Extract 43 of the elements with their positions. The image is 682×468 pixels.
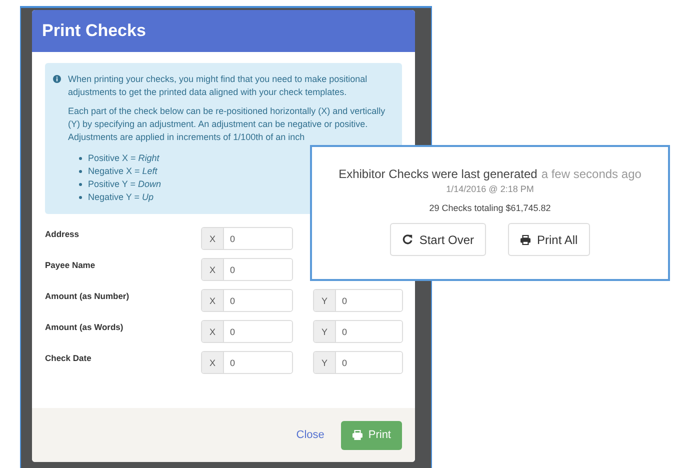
adjustment-field[interactable]: X 0 [201, 258, 293, 281]
adjustment-field[interactable]: X 0 [201, 320, 293, 343]
checks-total: 29 Checks totaling $61,745.82 [429, 203, 551, 213]
axis-addon: Y [314, 290, 336, 311]
bullet-text: Positive Y = Down [88, 178, 161, 191]
printer-icon [520, 234, 531, 244]
bullet-icon [79, 157, 82, 160]
adjustment-field[interactable]: X 0 [201, 351, 293, 374]
bullet-icon [79, 196, 82, 199]
adjustment-field[interactable]: X 0 [201, 289, 293, 312]
field-label: Address [45, 228, 80, 239]
printer-icon [352, 430, 364, 440]
adjustment-field[interactable]: Y 0 [313, 351, 403, 374]
bullet-text: Negative X = Left [88, 165, 158, 178]
generated-message: Exhibitor Checks were last generated [338, 167, 538, 181]
axis-addon: X [202, 259, 224, 280]
adjustment-field[interactable]: Y 0 [313, 320, 403, 343]
close-button[interactable]: Close [296, 429, 324, 441]
timestamp: 1/14/2016 @ 2:18 PM [446, 184, 534, 194]
dialog-title: Print Checks [42, 21, 146, 41]
axis-addon: X [202, 228, 224, 249]
axis-addon: X [202, 321, 224, 342]
axis-addon: X [202, 352, 224, 373]
bullet-text: Positive X = Right [88, 152, 160, 165]
axis-addon: Y [314, 352, 336, 373]
start-over-button[interactable]: Start Over [390, 223, 486, 256]
info-paragraph: Each part of the check below can be re-positioned horizontally (X) and vertically (Y) by specifying an adjustment. An adjustment can be negative or positive. Adjustments are applied in increments of 1/100th of an inch [68, 105, 386, 144]
field-label: Amount (as Words) [45, 321, 124, 332]
adjustment-field[interactable]: X 0 [201, 227, 293, 250]
print-all-button[interactable]: Print All [508, 223, 590, 256]
field-label: Check Date [45, 352, 92, 363]
field-label: Amount (as Number) [45, 290, 130, 301]
refresh-icon [402, 234, 414, 245]
bullet-text: Negative Y = Up [88, 191, 154, 204]
info-icon [53, 75, 61, 83]
axis-addon: Y [314, 321, 336, 342]
bullet-icon [79, 183, 82, 186]
bullet-icon [79, 170, 82, 173]
axis-addon: X [202, 290, 224, 311]
relative-time: a few seconds ago [541, 167, 642, 181]
adjustment-field[interactable]: Y 0 [313, 289, 403, 312]
info-paragraph: When printing your checks, you might find that you need to make positional adjustments to get the printed data aligned with your check templates. [68, 73, 368, 99]
field-label: Payee Name [45, 259, 96, 270]
